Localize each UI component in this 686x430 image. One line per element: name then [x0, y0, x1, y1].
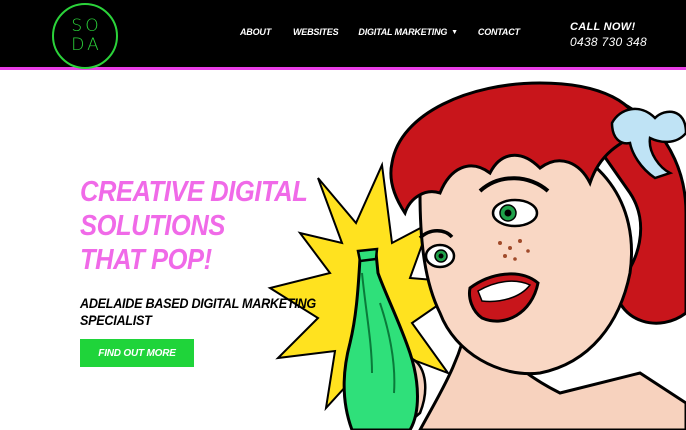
- main-nav: ABOUT WEBSITES DIGITAL MARKETING ▼ CONTA…: [240, 27, 520, 37]
- soda-logo[interactable]: SO DA: [52, 3, 118, 69]
- headline-line-2: SOLUTIONS: [80, 210, 225, 242]
- nav-item-digital-marketing[interactable]: DIGITAL MARKETING ▼: [358, 27, 458, 37]
- find-out-more-button[interactable]: FIND OUT MORE: [80, 339, 194, 367]
- phone-number[interactable]: 0438 730 348: [570, 35, 647, 49]
- headline-line-1: CREATIVE DIGITAL: [80, 176, 308, 208]
- hero-headline: CREATIVE DIGITAL SOLUTIONS THAT POP!: [80, 175, 308, 277]
- hero-subheadline: ADELAIDE BASED DIGITAL MARKETING SPECIAL…: [80, 295, 316, 329]
- nav-item-websites[interactable]: WEBSITES: [293, 27, 339, 37]
- headline-line-3: THAT POP!: [80, 244, 212, 276]
- call-now-block[interactable]: CALL NOW! 0438 730 348: [570, 21, 647, 49]
- subheadline-line-1: ADELAIDE BASED DIGITAL MARKETING: [80, 295, 316, 311]
- call-now-label: CALL NOW!: [570, 21, 636, 33]
- nav-item-label: CONTACT: [477, 27, 520, 37]
- logo-line-2: DA: [71, 35, 102, 55]
- nav-item-contact[interactable]: CONTACT: [478, 27, 520, 37]
- subheadline-line-2: SPECIALIST: [80, 312, 152, 328]
- logo-line-1: SO: [71, 16, 102, 36]
- nav-item-about[interactable]: ABOUT: [240, 27, 271, 37]
- site-header: SO DA ABOUT WEBSITES DIGITAL MARKETING ▼…: [0, 0, 686, 70]
- hero-section: CREATIVE DIGITAL SOLUTIONS THAT POP! ADE…: [0, 73, 686, 430]
- chevron-down-icon: ▼: [451, 28, 458, 36]
- nav-item-label: WEBSITES: [293, 27, 339, 37]
- nav-item-label: ABOUT: [240, 27, 271, 37]
- nav-item-label: DIGITAL MARKETING: [358, 27, 448, 37]
